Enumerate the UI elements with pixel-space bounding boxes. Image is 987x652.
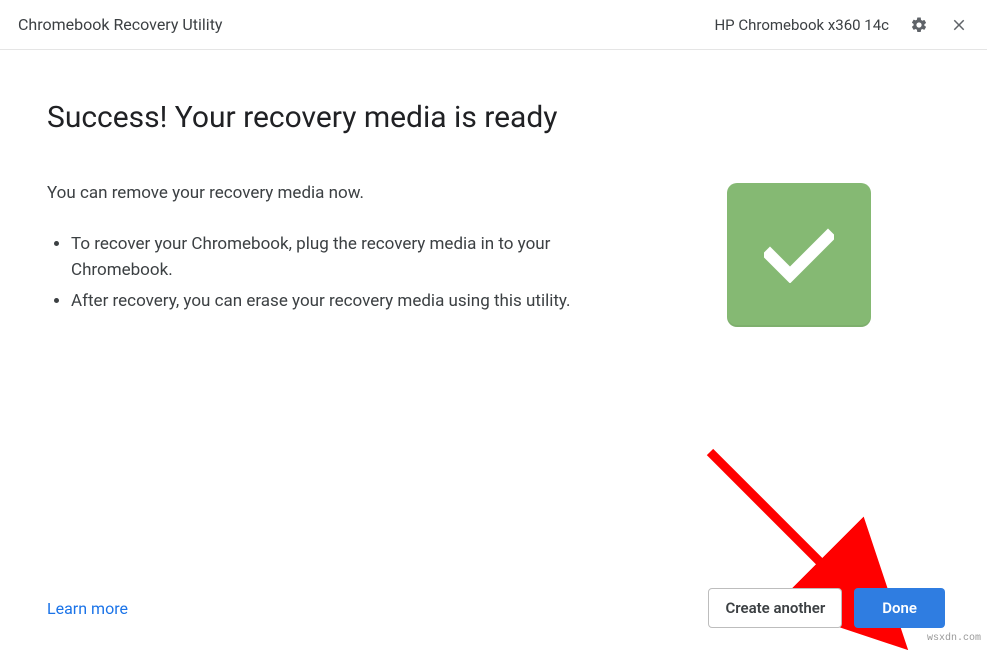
body-row: You can remove your recovery media now. …: [47, 183, 942, 327]
create-another-button[interactable]: Create another: [708, 588, 842, 628]
page-title: Success! Your recovery media is ready: [47, 100, 942, 135]
close-icon[interactable]: [949, 15, 969, 35]
main-content: Success! Your recovery media is ready Yo…: [0, 50, 987, 646]
intro-text: You can remove your recovery media now.: [47, 183, 687, 203]
device-name: HP Chromebook x360 14c: [714, 16, 889, 34]
list-item: After recovery, you can erase your recov…: [71, 288, 591, 314]
steps-list: To recover your Chromebook, plug the rec…: [47, 231, 687, 314]
learn-more-link[interactable]: Learn more: [47, 599, 128, 618]
app-header: Chromebook Recovery Utility HP Chromeboo…: [0, 0, 987, 50]
watermark-text: wsxdn.com: [927, 633, 981, 644]
done-button[interactable]: Done: [854, 588, 945, 628]
footer-buttons: Create another Done: [708, 588, 945, 628]
list-item: To recover your Chromebook, plug the rec…: [71, 231, 591, 284]
success-checkmark-icon: [727, 183, 871, 327]
header-actions: HP Chromebook x360 14c: [714, 15, 969, 35]
footer-bar: Learn more Create another Done: [47, 588, 945, 628]
app-title: Chromebook Recovery Utility: [18, 15, 223, 34]
gear-icon[interactable]: [909, 15, 929, 35]
text-column: You can remove your recovery media now. …: [47, 183, 687, 318]
